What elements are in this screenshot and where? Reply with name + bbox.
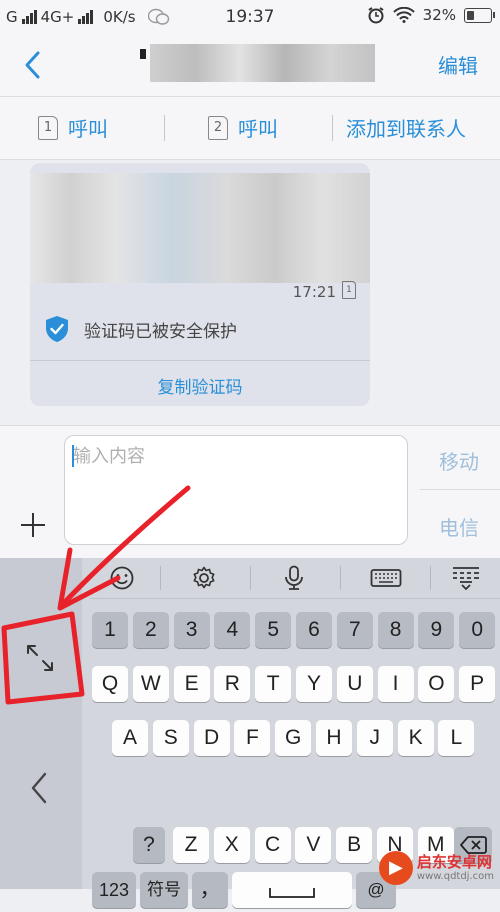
key-2[interactable]: 2 [132, 612, 169, 648]
send-telecom-button[interactable]: 电信 [418, 512, 500, 541]
emoji-icon[interactable] [108, 565, 136, 591]
divider [340, 566, 341, 590]
keyboard-layout-icon[interactable] [370, 565, 402, 591]
keyboard-hide-icon[interactable] [450, 565, 482, 591]
message-text-redacted [30, 173, 370, 283]
watermark-url: www.qdtdj.com [416, 870, 494, 882]
status-bar: G 4G+ 0K/s 19:37 32% [0, 0, 500, 34]
key-3[interactable]: 3 [173, 612, 210, 648]
key-z[interactable]: Z [173, 827, 209, 863]
divider [30, 360, 370, 361]
key-8[interactable]: 8 [377, 612, 414, 648]
divider [430, 566, 431, 590]
send-mobile-button[interactable]: 移动 [418, 446, 500, 475]
key-e[interactable]: E [173, 666, 210, 702]
divider [160, 566, 161, 590]
key-1[interactable]: 1 [92, 612, 128, 648]
message-bubble[interactable]: 17:21 1 验证码已被安全保护 复制验证码 [30, 163, 370, 406]
call-sim1-button[interactable]: 1 呼叫 [38, 113, 108, 142]
settings-icon[interactable] [190, 565, 218, 591]
key-j[interactable]: J [356, 720, 393, 756]
call-sim1-label: 呼叫 [68, 117, 108, 141]
text-cursor [72, 445, 74, 467]
key-f[interactable]: F [234, 720, 271, 756]
key-p[interactable]: P [459, 666, 496, 702]
divider [250, 566, 251, 590]
key-i[interactable]: I [377, 666, 414, 702]
message-input[interactable] [64, 435, 408, 545]
key-k[interactable]: K [397, 720, 434, 756]
symbols-key[interactable]: 符号 [140, 872, 188, 908]
secure-notice-text: 验证码已被安全保护 [84, 321, 237, 342]
copy-code-button[interactable]: 复制验证码 [30, 373, 370, 398]
call-sim2-button[interactable]: 2 呼叫 [208, 113, 278, 142]
key-o[interactable]: O [418, 666, 455, 702]
key-0[interactable]: 0 [459, 612, 496, 648]
key-6[interactable]: 6 [296, 612, 332, 648]
key-h[interactable]: H [316, 720, 352, 756]
key-7[interactable]: 7 [336, 612, 373, 648]
key-5[interactable]: 5 [255, 612, 292, 648]
key-c[interactable]: C [254, 827, 291, 863]
key-x[interactable]: X [213, 827, 250, 863]
call-sim2-label: 呼叫 [238, 117, 278, 141]
plus-icon[interactable] [20, 512, 46, 538]
space-bar-icon [269, 888, 315, 898]
key-r[interactable]: R [214, 666, 251, 702]
sim2-icon: 2 [208, 115, 228, 140]
watermark-logo-icon: ▶ [378, 851, 413, 885]
message-list: 17:21 1 验证码已被安全保护 复制验证码 [0, 160, 500, 424]
watermark: ▶ 启东安卓网 www.qdtdj.com [378, 851, 494, 885]
key-g[interactable]: G [275, 720, 312, 756]
sim1-icon: 1 [38, 115, 58, 140]
divider [420, 489, 500, 490]
keyboard: 1234567890 QWERTYUIOP ASDFGHJKL ZXCVBNM … [0, 558, 500, 908]
contact-title-redacted [140, 44, 375, 82]
key-y[interactable]: Y [296, 666, 332, 702]
chevron-left-icon[interactable] [26, 770, 54, 806]
edit-button[interactable]: 编辑 [438, 50, 478, 79]
status-right: 32% [367, 6, 495, 24]
compose-area: 移动 电信 [0, 425, 500, 559]
key-4[interactable]: 4 [214, 612, 251, 648]
watermark-name: 启东安卓网 [416, 853, 492, 872]
key-a[interactable]: A [112, 720, 148, 756]
key-t[interactable]: T [255, 666, 292, 702]
message-sim-icon: 1 [342, 281, 356, 299]
space-key[interactable] [232, 872, 352, 908]
key-v[interactable]: V [295, 827, 332, 863]
key-s[interactable]: S [152, 720, 189, 756]
keyboard-side-panel [0, 558, 82, 889]
key-u[interactable]: U [336, 666, 373, 702]
action-bar: 1 呼叫 2 呼叫 添加到联系人 [0, 97, 500, 160]
key-l[interactable]: L [438, 720, 475, 756]
wifi-icon [392, 7, 415, 23]
message-time: 17:21 [292, 283, 336, 301]
divider [164, 115, 165, 141]
key-q[interactable]: Q [92, 666, 128, 702]
key-9[interactable]: 9 [418, 612, 455, 648]
microphone-icon[interactable] [280, 565, 308, 591]
key-shift-question[interactable]: ? [133, 827, 165, 863]
key-b[interactable]: B [336, 827, 373, 863]
shield-check-icon [46, 316, 68, 342]
comma-key[interactable]: ， [192, 872, 228, 908]
keyboard-toolbar [90, 558, 500, 599]
add-contact-label: 添加到联系人 [346, 117, 466, 141]
battery-percent: 32% [422, 6, 456, 24]
expand-icon[interactable] [22, 640, 58, 676]
add-contact-button[interactable]: 添加到联系人 [346, 113, 466, 142]
battery-icon [464, 7, 495, 23]
key-w[interactable]: W [132, 666, 169, 702]
alarm-icon [368, 7, 384, 24]
divider [332, 115, 333, 141]
key-d[interactable]: D [193, 720, 230, 756]
conversation-header: 编辑 [0, 34, 500, 97]
back-arrow-icon[interactable] [18, 48, 50, 82]
secure-notice: 验证码已被安全保护 [44, 315, 237, 343]
numeric-mode-key[interactable]: 123 [92, 872, 136, 908]
